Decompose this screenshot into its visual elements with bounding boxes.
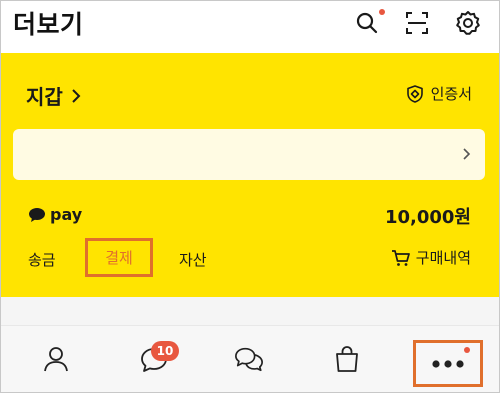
more-button[interactable] <box>413 340 483 387</box>
section-divider <box>1 297 499 325</box>
chevron-right-icon <box>72 88 81 103</box>
page-title: 더보기 <box>13 10 84 39</box>
wallet-card: 지갑 인증서 pay 10,000원 송금 결제 자산 구매내역 <box>1 53 499 297</box>
tab-transfer[interactable]: 송금 <box>28 249 56 270</box>
shopping-bag-icon[interactable] <box>332 344 362 374</box>
tab-assets[interactable]: 자산 <box>179 249 207 270</box>
search-icon[interactable] <box>353 9 385 37</box>
more-notification-dot <box>464 347 470 353</box>
shield-icon <box>406 84 423 103</box>
person-icon[interactable] <box>41 344 71 374</box>
top-header: 더보기 <box>1 1 499 49</box>
pay-logo: pay <box>28 205 82 224</box>
wallet-banner[interactable] <box>13 129 485 180</box>
speech-bubble-icon <box>29 207 45 222</box>
certificate-button[interactable]: 인증서 <box>405 83 472 104</box>
settings-icon[interactable] <box>454 9 482 37</box>
purchase-history-button[interactable]: 구매내역 <box>391 247 471 268</box>
certificate-label: 인증서 <box>430 85 472 103</box>
open-chat-icon[interactable] <box>234 344 264 374</box>
chat-badge: 10 <box>151 341 179 361</box>
balance-amount[interactable]: 10,000원 <box>385 203 471 229</box>
cart-icon <box>391 249 410 266</box>
purchase-history-label: 구매내역 <box>415 249 471 267</box>
tab-payment[interactable]: 결제 <box>85 238 153 277</box>
pay-label: pay <box>50 205 83 224</box>
chevron-right-icon <box>463 148 471 160</box>
app-frame: 더보기 지갑 인증서 pay 10,000원 송금 결제 자산 구매내역 10 <box>0 0 500 393</box>
search-notification-dot <box>379 9 385 15</box>
wallet-title-link[interactable]: 지갑 <box>26 81 83 110</box>
wallet-title: 지갑 <box>26 85 63 109</box>
scan-icon[interactable] <box>403 9 431 37</box>
more-icon <box>432 360 464 368</box>
bottom-nav: 10 <box>1 325 499 392</box>
